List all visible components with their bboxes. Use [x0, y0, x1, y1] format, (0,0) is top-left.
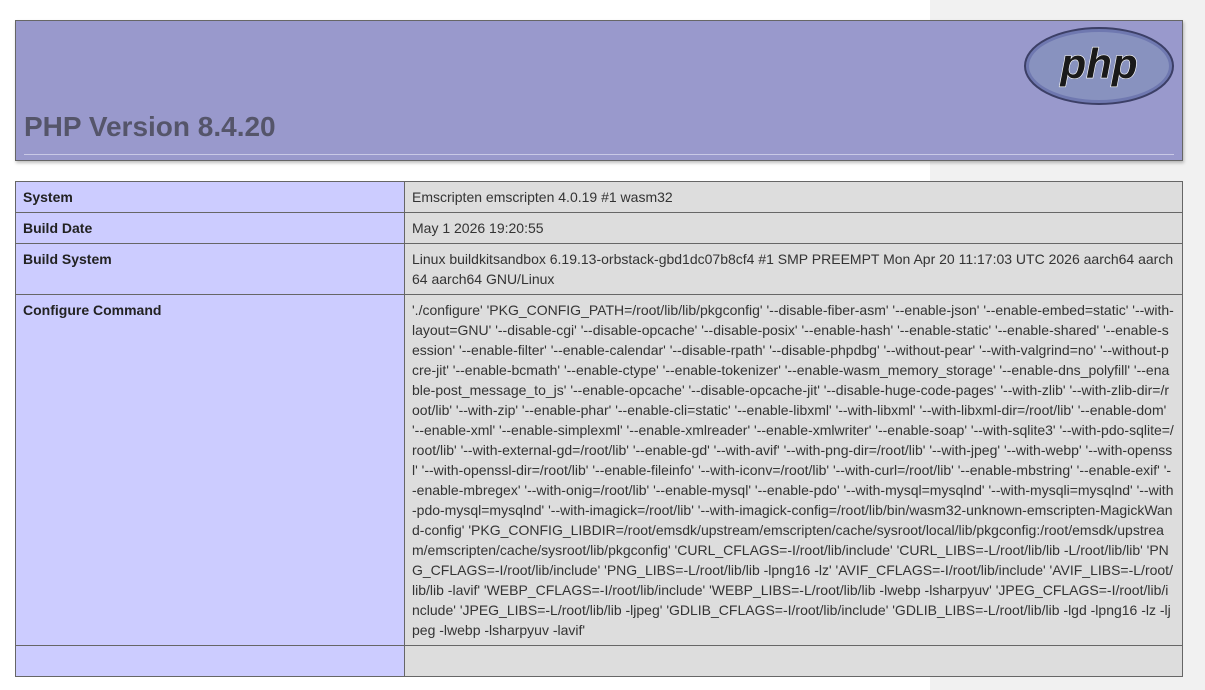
header-divider [24, 154, 1174, 155]
table-row: Build System Linux buildkitsandbox 6.19.… [15, 243, 1183, 295]
row-value: Linux buildkitsandbox 6.19.13-orbstack-g… [404, 243, 1183, 295]
info-table: System Emscripten emscripten 4.0.19 #1 w… [15, 181, 1183, 677]
row-key: Build Date [15, 212, 405, 244]
phpinfo-header: PHP Version 8.4.20 php [15, 20, 1183, 161]
table-row: Configure Command './configure' 'PKG_CON… [15, 294, 1183, 646]
row-key: Configure Command [15, 294, 405, 646]
page-title: PHP Version 8.4.20 [24, 111, 276, 142]
svg-text:php: php [1060, 40, 1138, 87]
row-value: May 1 2026 19:20:55 [404, 212, 1183, 244]
row-key: Build System [15, 243, 405, 295]
row-value: Emscripten emscripten 4.0.19 #1 wasm32 [404, 181, 1183, 213]
row-key: System [15, 181, 405, 213]
row-value [404, 645, 1183, 677]
table-row: System Emscripten emscripten 4.0.19 #1 w… [15, 181, 1183, 213]
php-logo-link[interactable]: php [1023, 26, 1175, 106]
row-key [15, 645, 405, 677]
table-row [15, 645, 1183, 677]
php-logo-icon: php [1024, 27, 1174, 105]
table-row: Build Date May 1 2026 19:20:55 [15, 212, 1183, 244]
row-value: './configure' 'PKG_CONFIG_PATH=/root/lib… [404, 294, 1183, 646]
